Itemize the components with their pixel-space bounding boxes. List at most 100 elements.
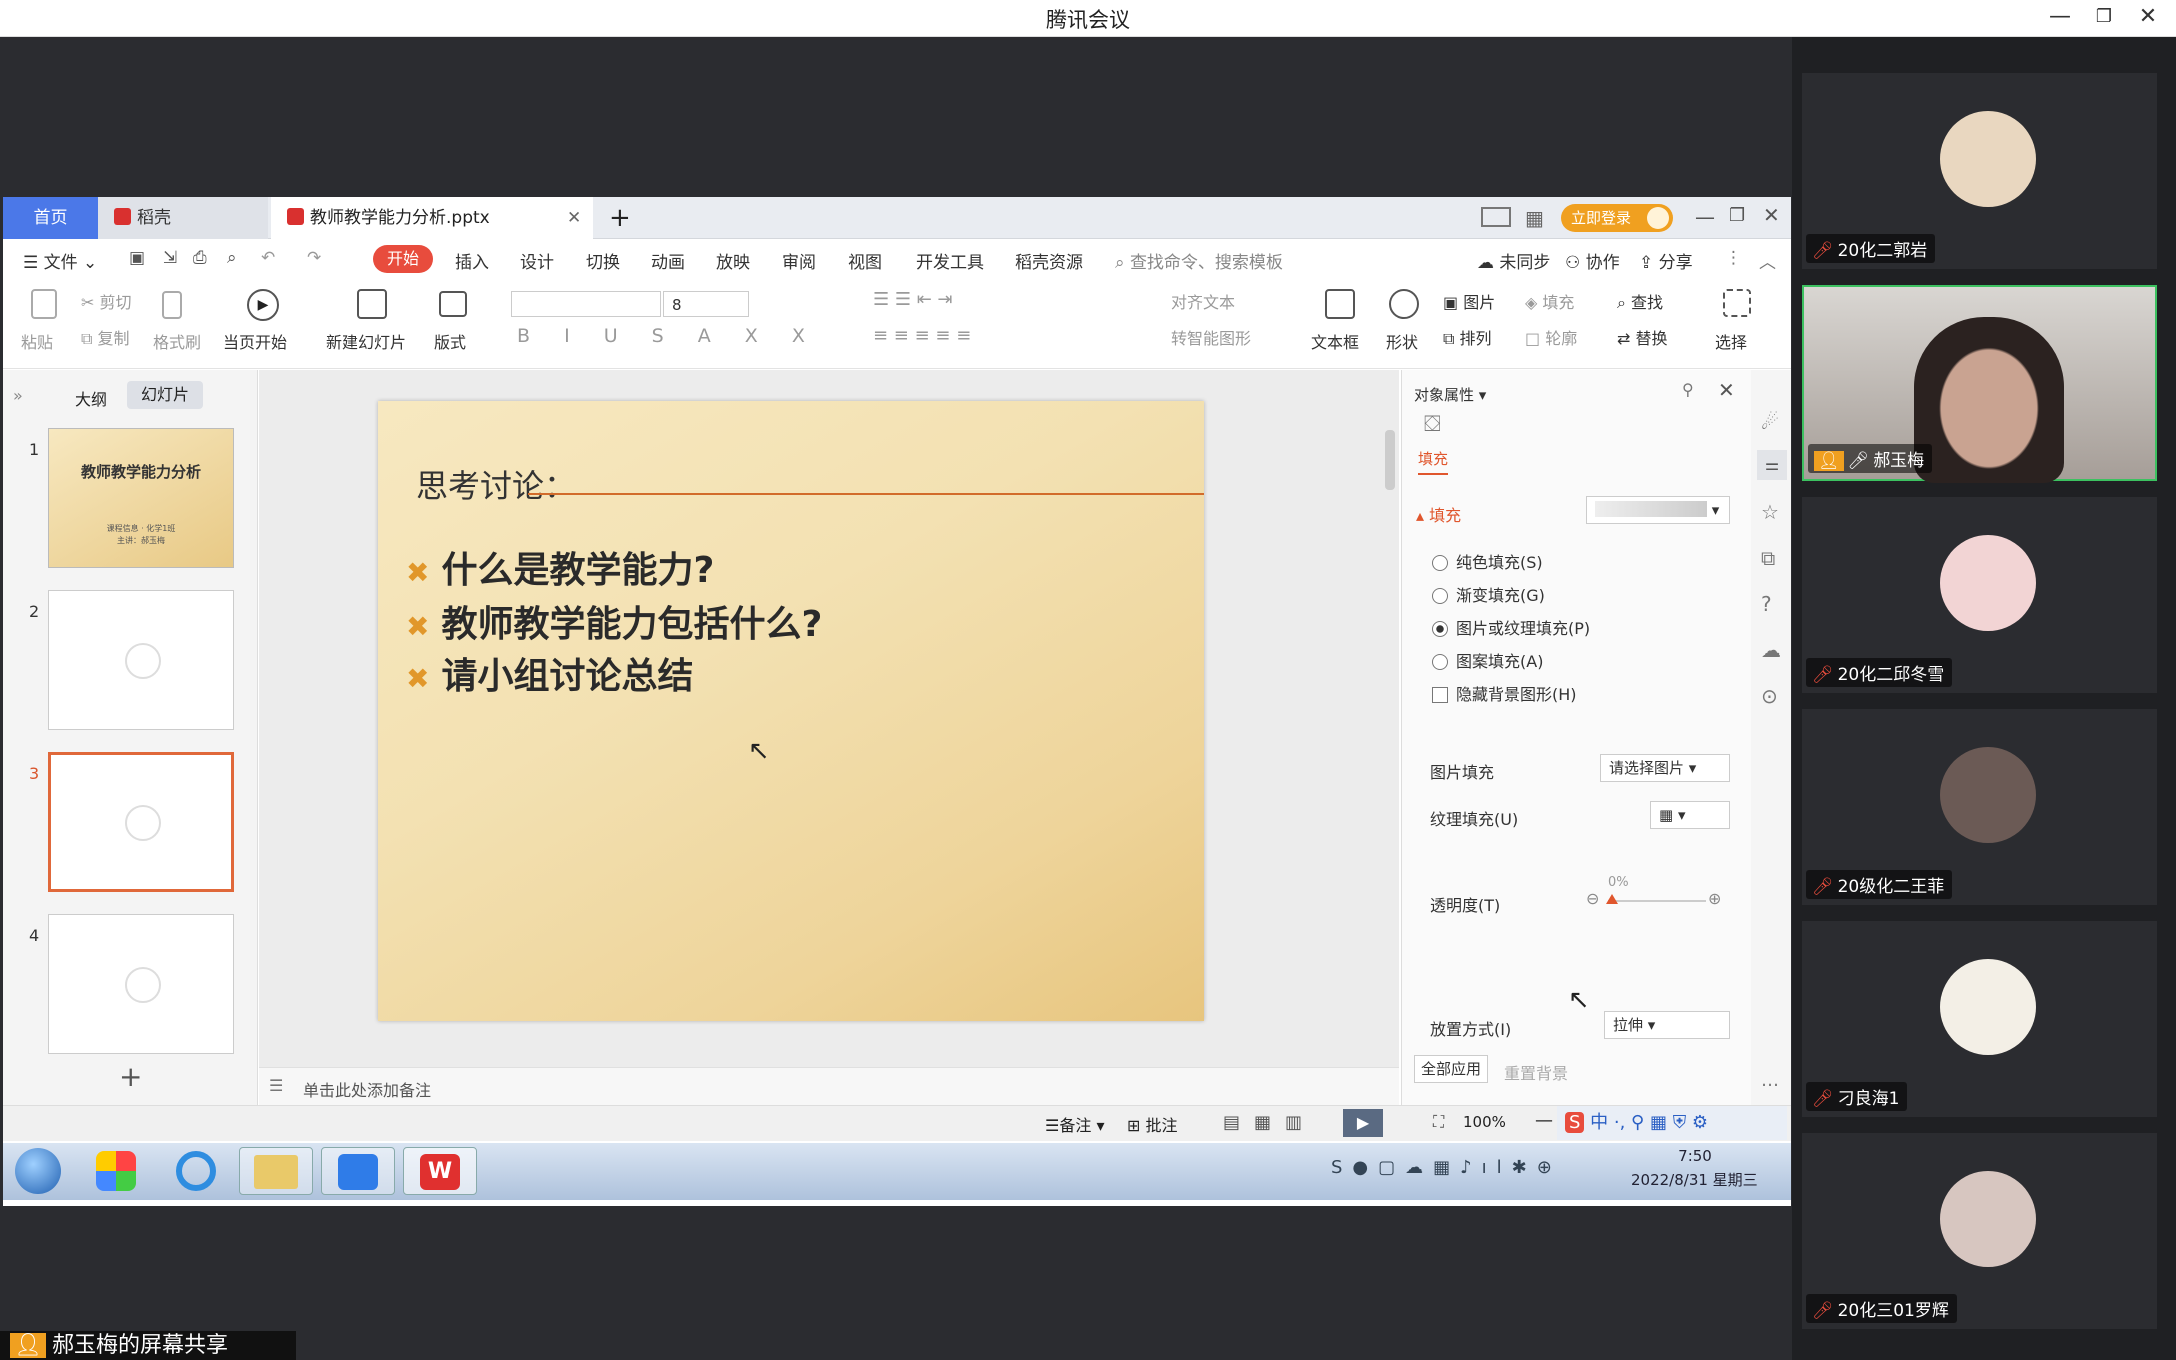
fill-color-select[interactable]: ▾ — [1586, 496, 1730, 524]
menu-daoke-resources[interactable]: 稻壳资源 — [1015, 248, 1083, 273]
sync-status[interactable]: ☁ 未同步 — [1477, 248, 1550, 273]
wps-close-icon[interactable]: ✕ — [1763, 203, 1780, 227]
fill-button[interactable]: ◈ 填充 — [1525, 289, 1574, 313]
transparency-slider[interactable] — [1608, 900, 1706, 902]
taskbar-meeting[interactable] — [321, 1147, 395, 1195]
paste-icon[interactable] — [31, 289, 57, 319]
menu-animation[interactable]: 动画 — [651, 248, 685, 273]
new-tab-button[interactable]: + — [603, 197, 631, 239]
transition-icon[interactable]: ⧉ — [1761, 546, 1775, 570]
arrange-button[interactable]: ⧉ 排列 — [1443, 325, 1492, 349]
props-close-icon[interactable]: ✕ — [1718, 378, 1735, 402]
wps-minimize-icon[interactable]: — — [1695, 205, 1715, 229]
bullet-item[interactable]: ✖ 教师教学能力包括什么? — [406, 595, 822, 647]
props-header[interactable]: 对象属性 ▾ — [1414, 384, 1486, 405]
tab-document[interactable]: 教师教学能力分析.pptx ✕ — [271, 197, 593, 239]
tab-outline[interactable]: 大纲 — [75, 386, 107, 410]
share-button[interactable]: ⇪ 分享 — [1639, 248, 1693, 273]
radio-picture-fill[interactable]: 图片或纹理填充(P) — [1432, 615, 1590, 639]
tab-slides[interactable]: 幻灯片 — [127, 381, 203, 409]
menu-slideshow[interactable]: 放映 — [716, 248, 750, 273]
file-menu[interactable]: ☰ 文件 ⌄ — [23, 248, 97, 273]
help-icon[interactable]: ? — [1761, 592, 1772, 616]
collapse-ribbon-icon[interactable]: ︿ — [1759, 248, 1776, 273]
menu-view[interactable]: 视图 — [848, 248, 882, 273]
align-icons[interactable]: ≡ ≡ ≡ ≡ ≡ — [873, 325, 971, 346]
restore-icon[interactable]: ❐ — [2086, 2, 2122, 32]
clock-date[interactable]: 2022/8/31 星期三 — [1631, 1169, 1758, 1190]
participant-card[interactable]: 🎤︎ 20化三01罗辉 — [1802, 1133, 2157, 1329]
participant-card-speaking[interactable]: 👤︎ 🎤︎ 郝玉梅 — [1802, 285, 2157, 483]
list-icons[interactable]: ☰ ☰ ⇤ ⇥ — [873, 289, 953, 310]
textbox-button[interactable]: 文本框 — [1311, 329, 1359, 353]
view-mode-icons[interactable]: ▤▦▥ — [1223, 1112, 1316, 1133]
taskbar-explorer[interactable] — [239, 1147, 313, 1195]
slideshow-play-button[interactable]: ▶ — [1343, 1109, 1383, 1137]
notes-bar[interactable]: ☰ 单击此处添加备注 — [259, 1067, 1399, 1105]
start-button[interactable] — [15, 1148, 61, 1194]
taskbar-app-icon[interactable] — [79, 1147, 153, 1195]
taskbar-ie[interactable] — [159, 1147, 233, 1195]
tab-close-icon[interactable]: ✕ — [567, 197, 581, 239]
participant-card[interactable]: 🎤︎ 20化二邱冬雪 — [1802, 497, 2157, 693]
transparency-increase-icon[interactable]: ⊕ — [1708, 889, 1721, 908]
zoom-level[interactable]: 100% — [1463, 1113, 1506, 1131]
menu-transition[interactable]: 切换 — [586, 248, 620, 273]
layout-button[interactable]: 版式 — [434, 329, 466, 353]
slide-title[interactable]: 思考讨论： — [416, 461, 576, 507]
zoom-out-icon[interactable]: — — [1535, 1110, 1553, 1131]
properties-icon[interactable]: ⚌ — [1757, 450, 1787, 480]
expand-panel-icon[interactable]: » — [13, 386, 23, 405]
undo-icon[interactable]: ↶ — [261, 248, 275, 268]
animation-icon[interactable]: ☆ — [1761, 500, 1779, 524]
style-icon[interactable]: ☄ — [1761, 410, 1779, 434]
transparency-slider-thumb[interactable] — [1606, 894, 1618, 904]
collab-button[interactable]: ⚇ 协作 — [1565, 248, 1620, 273]
apply-all-button[interactable]: 全部应用 — [1414, 1055, 1488, 1083]
new-slide-button[interactable]: 新建幻灯片 — [326, 329, 406, 353]
texture-fill-select[interactable]: ▦ ▾ — [1650, 801, 1730, 829]
menu-start[interactable]: 开始 — [373, 245, 433, 273]
layout-icon[interactable] — [1481, 207, 1511, 227]
play-from-current-button[interactable]: 当页开始 — [223, 329, 287, 353]
replace-button[interactable]: ⇄ 替换 — [1617, 325, 1668, 349]
cut-button[interactable]: ✂ 剪切 — [81, 289, 132, 313]
print-icon[interactable]: ⎙ — [193, 248, 207, 268]
tab-daoke[interactable]: 稻壳 — [98, 197, 268, 239]
minimize-icon[interactable]: — — [2042, 2, 2078, 32]
fit-window-icon[interactable]: ⛶ — [1433, 1112, 1444, 1132]
reset-background-button[interactable]: 重置背景 — [1504, 1060, 1568, 1084]
backup-icon[interactable]: ☁ — [1761, 638, 1781, 662]
slide-thumb-4[interactable] — [48, 914, 234, 1054]
menu-insert[interactable]: 插入 — [455, 248, 489, 273]
bullet-item[interactable]: ✖ 什么是教学能力? — [406, 541, 714, 593]
find-button[interactable]: ⌕ 查找 — [1617, 289, 1663, 313]
font-family-select[interactable] — [511, 291, 661, 317]
props-tab-fill[interactable]: 填充 — [1418, 448, 1449, 475]
command-search[interactable]: ⌕ 查找命令、搜索模板 — [1115, 248, 1283, 273]
notes-toggle[interactable]: ☰备注 ▾ — [1045, 1112, 1104, 1136]
menu-developer[interactable]: 开发工具 — [916, 248, 984, 273]
align-text-button[interactable]: 对齐文本 — [1171, 289, 1235, 313]
apps-grid-icon[interactable]: ▦ — [1525, 206, 1544, 230]
export-icon[interactable]: ⇲ — [163, 248, 177, 268]
slide-canvas[interactable]: 思考讨论： ✖ 什么是教学能力? ✖ 教师教学能力包括什么? ✖ 请小组讨论总结 — [378, 401, 1204, 1021]
system-tray-icons[interactable]: S●▢☁▦♪ıl✱⊕ — [1331, 1157, 1562, 1178]
shape-button[interactable]: 形状 — [1386, 329, 1418, 353]
font-size-select[interactable]: 8 — [663, 291, 749, 317]
participant-card[interactable]: 🎤︎ 刁良海1 — [1802, 921, 2157, 1117]
placement-select[interactable]: 拉伸 ▾ — [1604, 1011, 1730, 1039]
pin-icon[interactable]: ⚲ — [1682, 380, 1694, 399]
participant-card[interactable]: 🎤︎ 20化二郭岩 — [1802, 73, 2157, 269]
transparency-decrease-icon[interactable]: ⊖ — [1586, 889, 1599, 908]
tab-home[interactable]: 首页 — [3, 197, 98, 239]
redo-icon[interactable]: ↷ — [307, 248, 321, 268]
save-icon[interactable]: ▣ — [129, 248, 145, 268]
format-painter-button[interactable]: 格式刷 — [153, 329, 201, 353]
picture-fill-select[interactable]: 请选择图片 ▾ — [1600, 754, 1730, 782]
location-icon[interactable]: ⊙ — [1761, 684, 1778, 708]
paste-button[interactable]: 粘贴 — [21, 329, 53, 353]
text-format-icons[interactable]: B I U S A X X — [517, 325, 819, 347]
close-icon[interactable]: ✕ — [2130, 2, 2166, 32]
preview-icon[interactable]: ⌕ — [227, 248, 237, 268]
